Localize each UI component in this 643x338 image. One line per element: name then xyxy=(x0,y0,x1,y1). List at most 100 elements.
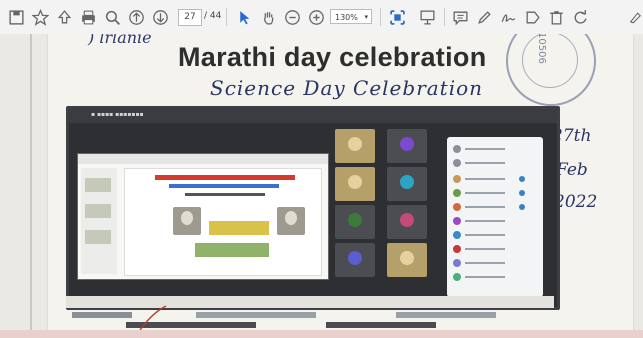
participant-dot xyxy=(453,259,461,267)
participant-row xyxy=(453,273,537,281)
participant-row xyxy=(453,159,537,167)
meeting-title-text: ▪ ▪▪▪▪ ▪▪▪▪▪▪▪ xyxy=(91,111,144,118)
participant-avatar xyxy=(400,137,414,151)
pdf-toolbar: 27 / 44 130% ▾ xyxy=(0,0,643,35)
participant-avatar xyxy=(400,251,414,265)
participant-dot xyxy=(453,189,461,197)
participant-dot xyxy=(453,145,461,153)
page-up-icon[interactable] xyxy=(126,7,146,27)
page-bottom-edge xyxy=(0,330,643,338)
presentation-icon[interactable] xyxy=(416,7,438,27)
slide-app-header xyxy=(78,154,328,164)
participant-avatar xyxy=(348,137,362,151)
participant-dot xyxy=(453,231,461,239)
page-subtitle: Science Day Celebration xyxy=(210,76,484,100)
document-viewport[interactable]: ) lrlanie Marathi day celebration Scienc… xyxy=(0,34,643,338)
zoom-search-icon[interactable] xyxy=(102,7,122,27)
school-stamp: 10506 xyxy=(506,34,596,106)
participant-tile xyxy=(387,205,427,239)
page-title: Marathi day celebration xyxy=(178,42,487,72)
participant-row xyxy=(453,245,537,253)
stamp-number: 10506 xyxy=(536,34,547,64)
meeting-screenshot-photo: ▪ ▪▪▪▪ ▪▪▪▪▪▪▪ xyxy=(66,106,560,310)
chevron-down-icon: ▾ xyxy=(364,13,368,21)
participant-row xyxy=(453,203,537,211)
slide-canvas xyxy=(124,168,322,276)
participant-dot xyxy=(453,245,461,253)
fit-page-icon[interactable] xyxy=(386,7,408,27)
select-arrow-icon[interactable] xyxy=(234,7,254,27)
participant-video-tile xyxy=(335,129,375,163)
zoom-select[interactable]: 130% ▾ xyxy=(330,9,372,24)
handwritten-scribble: ) lrlanie xyxy=(88,34,152,47)
participant-video-tile xyxy=(387,243,427,277)
rotate-icon[interactable] xyxy=(570,7,590,27)
participant-tile xyxy=(335,243,375,277)
page-margin-line xyxy=(30,34,32,338)
toolbar-divider xyxy=(444,8,445,26)
slide-portrait xyxy=(277,207,305,235)
slide-subheading xyxy=(169,184,279,188)
slide-portrait xyxy=(173,207,201,235)
participant-name xyxy=(465,220,505,222)
participant-avatar xyxy=(400,213,414,227)
slide-heading xyxy=(155,175,295,180)
participant-dot xyxy=(453,175,461,183)
participant-row xyxy=(453,217,537,225)
page-number-input[interactable]: 27 xyxy=(178,9,202,26)
bookmark-star-icon[interactable] xyxy=(30,7,50,27)
upload-icon[interactable] xyxy=(54,7,74,27)
save-icon[interactable] xyxy=(6,7,26,27)
slide-thumb xyxy=(85,230,111,244)
zoom-out-icon[interactable] xyxy=(282,7,302,27)
stamp-icon[interactable] xyxy=(522,7,542,27)
pen-icon[interactable] xyxy=(628,7,642,27)
slide-thumbnails xyxy=(81,168,117,274)
highlight-pen-icon[interactable] xyxy=(474,7,494,27)
portrait-face xyxy=(285,211,297,225)
page-down-icon[interactable] xyxy=(150,7,170,27)
participant-video-tile xyxy=(335,167,375,201)
sign-icon[interactable] xyxy=(498,7,518,27)
participant-tile xyxy=(335,205,375,239)
participant-avatar xyxy=(348,213,362,227)
hand-pan-icon[interactable] xyxy=(258,7,278,27)
meeting-title-bar: ▪ ▪▪▪▪ ▪▪▪▪▪▪▪ xyxy=(69,109,557,123)
participant-name xyxy=(465,276,505,278)
participant-row xyxy=(453,145,537,153)
slide-caption xyxy=(185,193,265,196)
comment-icon[interactable] xyxy=(450,7,470,27)
participant-row xyxy=(453,231,537,239)
page-total: / 44 xyxy=(204,11,222,21)
toolbar-divider xyxy=(380,8,381,26)
print-icon[interactable] xyxy=(78,7,98,27)
participant-name xyxy=(465,192,505,194)
participant-tile xyxy=(387,167,427,201)
participant-row xyxy=(453,189,537,197)
participant-name xyxy=(465,148,505,150)
participant-dot xyxy=(453,217,461,225)
zoom-in-icon[interactable] xyxy=(306,7,326,27)
participant-name xyxy=(465,178,505,180)
mic-icon xyxy=(519,176,525,182)
participant-avatar xyxy=(400,175,414,189)
participant-row xyxy=(453,259,537,267)
participant-name xyxy=(465,162,505,164)
participant-name xyxy=(465,234,505,236)
portrait-face xyxy=(181,211,193,225)
delete-icon[interactable] xyxy=(546,7,566,27)
shared-slide xyxy=(77,153,329,280)
participant-name xyxy=(465,248,505,250)
participant-dot xyxy=(453,159,461,167)
handwritten-date-year: 2022 xyxy=(554,192,598,212)
stamp-inner-ring xyxy=(522,34,578,88)
participant-avatar xyxy=(348,251,362,265)
slide-thumb xyxy=(85,204,111,218)
participant-dot xyxy=(453,273,461,281)
participant-tile xyxy=(387,129,427,163)
zoom-value: 130% xyxy=(335,13,358,22)
slide-image-strip xyxy=(195,243,269,257)
participant-name xyxy=(465,262,505,264)
participant-name xyxy=(465,206,505,208)
mic-icon xyxy=(519,204,525,210)
